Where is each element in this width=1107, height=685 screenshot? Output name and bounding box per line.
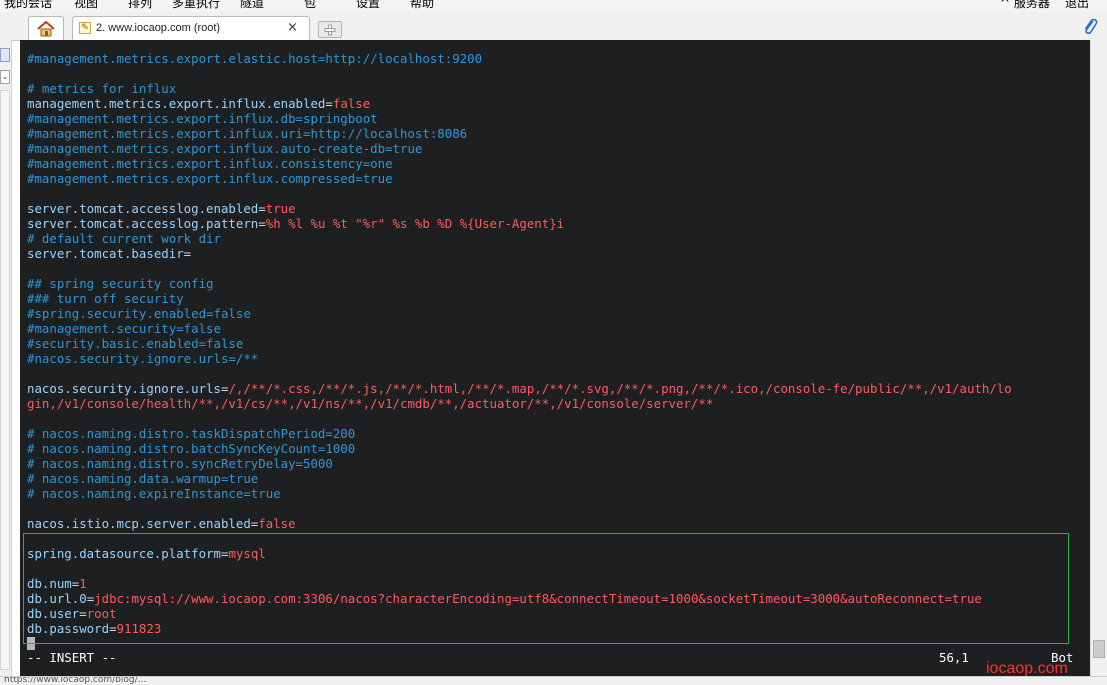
terminal-text: false [258, 516, 296, 531]
terminal-line: #management.metrics.export.influx.consis… [27, 156, 1012, 171]
terminal-line: #management.metrics.export.influx.uri=ht… [27, 126, 1012, 141]
terminal-text: # nacos.naming.expireInstance=true [27, 486, 281, 501]
plus-icon [324, 24, 336, 35]
terminal-text: # nacos.naming.distro.taskDispatchPeriod… [27, 426, 356, 441]
session-tab[interactable]: ✎ 2. www.iocaop.com (root) × [72, 16, 310, 41]
left-sidebar: ⌄ [0, 40, 12, 676]
terminal-line: # nacos.naming.data.warmup=true [27, 471, 1012, 486]
terminal-text: #nacos.security.ignore.urls=/** [27, 351, 259, 366]
terminal-line: #security.basic.enabled=false [27, 336, 1012, 351]
home-icon [37, 20, 55, 36]
terminal-text: #management.metrics.export.influx.consis… [27, 156, 393, 171]
cursor-position: 56,1 [939, 650, 969, 665]
chevron-down-icon[interactable]: ⌄ [0, 70, 10, 84]
terminal-line: #nacos.security.ignore.urls=/** [27, 351, 1012, 366]
terminal-text: gin,/v1/console/health/**,/v1/cs/**,/v1/… [27, 396, 714, 411]
menu-item[interactable]: 视图 [74, 0, 98, 11]
terminal-line: # metrics for influx [27, 81, 1012, 96]
terminal-text: ## spring security config [27, 276, 214, 291]
terminal-text: # nacos.naming.distro.syncRetryDelay=500… [27, 456, 333, 471]
terminal-line: #management.security=false [27, 321, 1012, 336]
terminal-text: = [258, 201, 266, 216]
menu-item[interactable]: 帮助 [410, 0, 434, 11]
menu-item[interactable]: 我的会话 [4, 0, 52, 11]
new-tab-button[interactable] [318, 21, 342, 38]
terminal-text: false [332, 96, 371, 111]
home-tab[interactable] [28, 16, 64, 40]
terminal-line: server.tomcat.accesslog.pattern=%h %l %u… [27, 216, 1012, 231]
sidebar-list[interactable] [0, 90, 10, 670]
terminal-line: # nacos.naming.expireInstance=true [27, 486, 1012, 501]
menu-item[interactable]: 多重执行 [172, 0, 220, 11]
terminal-text: = [325, 96, 333, 111]
terminal-line: #management.metrics.export.influx.auto-c… [27, 141, 1012, 156]
menu-item[interactable]: 包 [304, 0, 316, 11]
terminal-line: #spring.security.enabled=false [27, 306, 1012, 321]
terminal-text: #management.metrics.export.influx.db=spr… [27, 111, 378, 126]
terminal-text: nacos.security.ignore.urls [27, 381, 221, 396]
terminal-text: nacos.istio.mcp.server.enabled [27, 516, 251, 531]
terminal-line: ### turn off security [27, 291, 1012, 306]
session-tab-label: 2. www.iocaop.com (root) [96, 22, 221, 34]
terminal-text: # nacos.naming.data.warmup=true [27, 471, 259, 486]
scrollbar-thumb[interactable] [1093, 640, 1105, 658]
terminal-text: # metrics for influx [27, 81, 177, 96]
menu-item-right[interactable]: 退出 [1065, 0, 1089, 11]
sidebar-field[interactable] [0, 48, 10, 62]
terminal-text: ### turn off security [27, 291, 184, 306]
terminal-text: #spring.security.enabled=false [27, 306, 251, 321]
menu-item-right[interactable]: ^ 服务器 [1000, 0, 1050, 11]
terminal-line: nacos.istio.mcp.server.enabled=false [27, 516, 1012, 531]
terminal-line: # nacos.naming.distro.batchSyncKeyCount=… [27, 441, 1012, 456]
terminal-view[interactable]: #management.metrics.export.elastic.host=… [20, 40, 1090, 677]
menu-item[interactable]: 排列 [128, 0, 152, 11]
terminal-line: server.tomcat.basedir= [27, 246, 1012, 261]
terminal-text: # default current work dir [27, 231, 221, 246]
vim-status-line: -- INSERT -- 56,1 Bot [27, 650, 1083, 665]
terminal-text: #management.metrics.export.elastic.host=… [27, 51, 483, 66]
terminal-line: gin,/v1/console/health/**,/v1/cs/**,/v1/… [27, 396, 1012, 411]
terminal-session-icon: ✎ [79, 22, 91, 34]
terminal-line: server.tomcat.accesslog.enabled=true [27, 201, 1012, 216]
vim-mode: -- INSERT -- [27, 650, 117, 665]
terminal-text: #management.metrics.export.influx.uri=ht… [27, 126, 468, 141]
terminal-text: server.tomcat.accesslog.enabled [27, 201, 259, 216]
terminal-text: true [265, 201, 296, 216]
terminal-text: server.tomcat.accesslog.pattern [27, 216, 259, 231]
menu-item[interactable]: 隧道 [240, 0, 264, 11]
terminal-text: #management.metrics.export.influx.auto-c… [27, 141, 423, 156]
terminal-line: #management.metrics.export.influx.compre… [27, 171, 1012, 186]
terminal-line: # nacos.naming.distro.taskDispatchPeriod… [27, 426, 1012, 441]
close-tab-icon[interactable]: × [287, 20, 298, 35]
terminal-text: #security.basic.enabled=false [27, 336, 244, 351]
terminal-text: %h %l %u %t "%r" %s %b %D %{User-Agent}i [265, 216, 565, 231]
terminal-line: nacos.security.ignore.urls=/,/**/*.css,/… [27, 381, 1012, 396]
terminal-line: #management.metrics.export.elastic.host=… [27, 51, 1012, 66]
vertical-scrollbar[interactable] [1090, 40, 1107, 676]
menu-item[interactable]: 设置 [356, 0, 380, 11]
terminal-line: #management.metrics.export.influx.db=spr… [27, 111, 1012, 126]
terminal-text: = [183, 246, 192, 261]
terminal-text: # nacos.naming.distro.batchSyncKeyCount=… [27, 441, 356, 456]
terminal-line: management.metrics.export.influx.enabled… [27, 96, 1012, 111]
paperclip-icon[interactable] [1082, 17, 1098, 41]
terminal-line: ## spring security config [27, 276, 1012, 291]
terminal-text: management.metrics.export.influx.enabled [27, 96, 326, 111]
tab-bar: ✎ 2. www.iocaop.com (root) × [0, 12, 1107, 41]
highlight-box [23, 533, 1069, 644]
menu-bar: 我的会话 视图 排列 多重执行 隧道 包 设置 帮助 ^ 服务器 退出 [0, 0, 1107, 12]
terminal-text: #management.security=false [27, 321, 221, 336]
terminal-line: # nacos.naming.distro.syncRetryDelay=500… [27, 456, 1012, 471]
terminal-line: # default current work dir [27, 231, 1012, 246]
terminal-text: server.tomcat.basedir [27, 246, 184, 261]
terminal-text: /,/**/*.css,/**/*.js,/**/*.html,/**/*.ma… [228, 381, 1012, 396]
terminal-text: #management.metrics.export.influx.compre… [27, 171, 393, 186]
terminal-text: = [258, 216, 266, 231]
